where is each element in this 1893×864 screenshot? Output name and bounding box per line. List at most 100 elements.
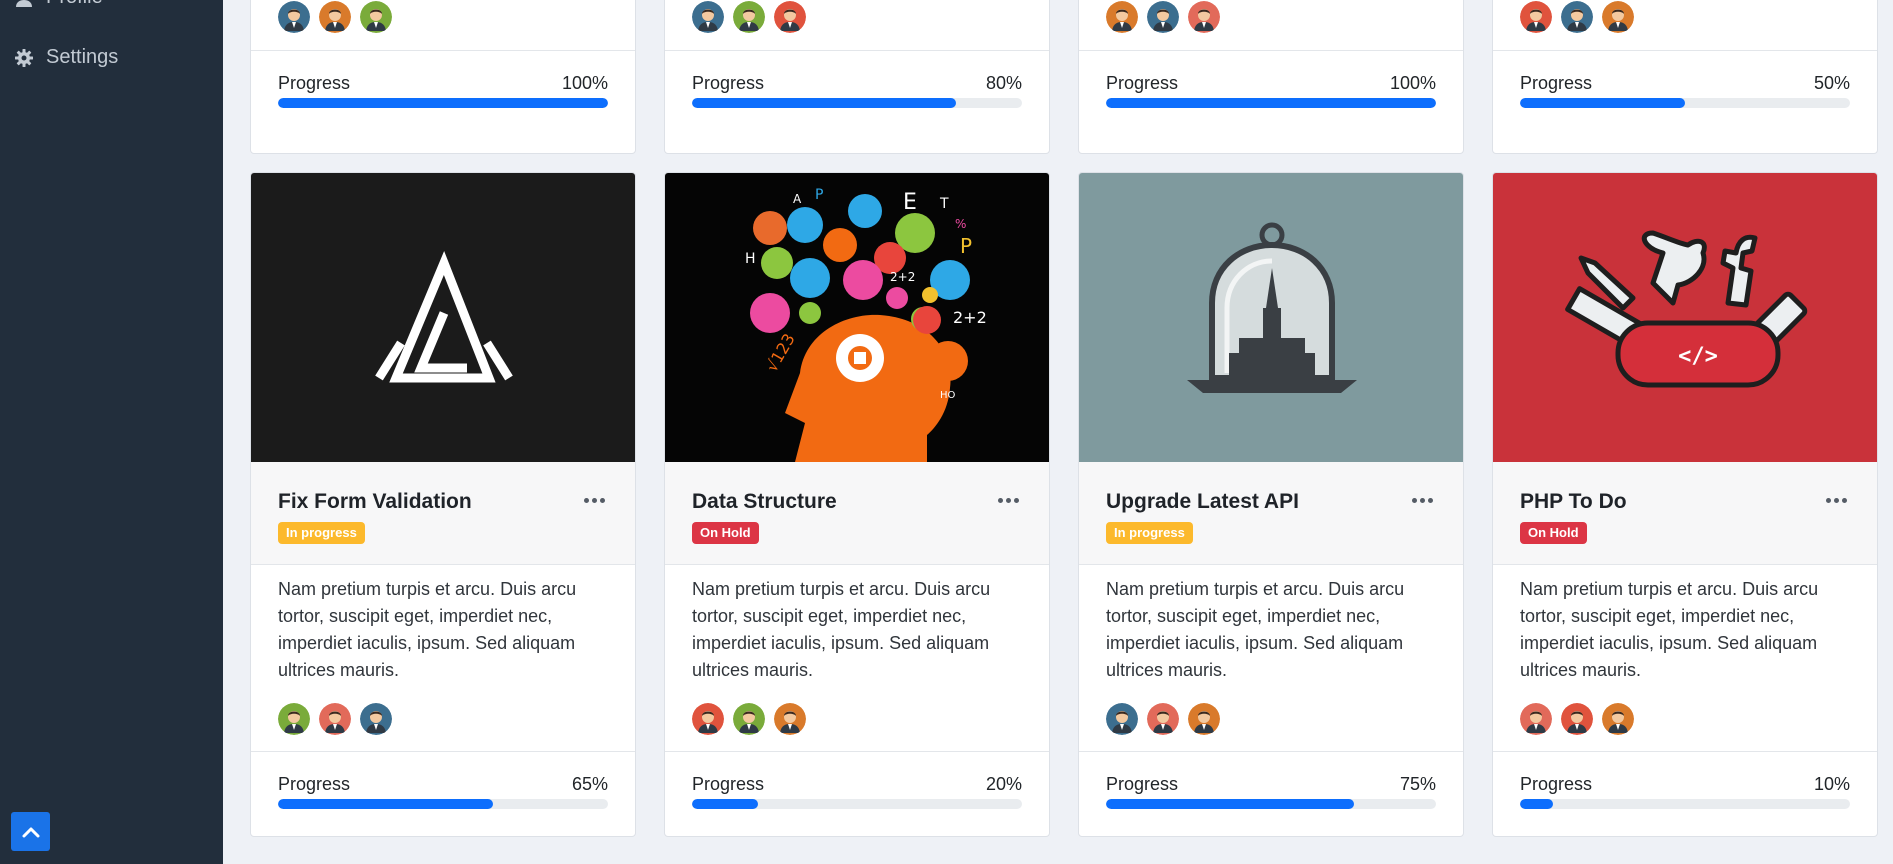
avatar[interactable] bbox=[692, 1, 724, 33]
sidebar-item-label: Settings bbox=[46, 46, 119, 68]
progress-value: 80% bbox=[985, 73, 1022, 93]
avatar[interactable] bbox=[1106, 1, 1138, 33]
avatar[interactable] bbox=[1602, 1, 1634, 33]
project-card: Progress 100% bbox=[1078, 0, 1464, 154]
avatar[interactable] bbox=[733, 1, 765, 33]
more-options-button[interactable] bbox=[1409, 490, 1435, 510]
progress-label: Progress bbox=[692, 73, 765, 93]
avatar[interactable] bbox=[774, 1, 806, 33]
card-description: Nam pretium turpis et arcu. Duis arcu to… bbox=[278, 579, 577, 680]
avatar[interactable] bbox=[1188, 703, 1220, 735]
avatar[interactable] bbox=[319, 1, 351, 33]
progress-bar-fill bbox=[1106, 98, 1436, 108]
avatar[interactable] bbox=[360, 1, 392, 33]
svg-text:√123: √123 bbox=[762, 330, 799, 375]
sidebar: Profile Settings bbox=[0, 0, 223, 864]
assignee-avatars bbox=[278, 703, 392, 735]
svg-text:T: T bbox=[939, 196, 949, 212]
progress-section: Progress 75% bbox=[1079, 751, 1463, 836]
avatar[interactable] bbox=[1561, 703, 1593, 735]
svg-text:</>: </> bbox=[1678, 344, 1718, 369]
assignee-avatars bbox=[1520, 703, 1634, 735]
progress-value: 10% bbox=[1813, 774, 1850, 794]
progress-bar bbox=[692, 799, 1022, 809]
chevron-up-icon bbox=[22, 827, 39, 837]
avatar[interactable] bbox=[774, 703, 806, 735]
avatar[interactable] bbox=[1147, 1, 1179, 33]
scroll-to-top-button[interactable] bbox=[11, 812, 50, 851]
status-badge: On Hold bbox=[1520, 522, 1587, 545]
avatar[interactable] bbox=[278, 703, 310, 735]
progress-section: Progress 100% bbox=[1079, 50, 1463, 153]
svg-text:E: E bbox=[903, 190, 917, 215]
status-badge: In progress bbox=[278, 522, 365, 545]
card-title[interactable]: Data Structure bbox=[692, 490, 837, 514]
more-options-button[interactable] bbox=[1823, 490, 1849, 510]
avatar[interactable] bbox=[1520, 703, 1552, 735]
svg-text:P: P bbox=[815, 187, 823, 203]
dot-icon bbox=[1841, 497, 1847, 503]
card-header: Data Structure On Hold bbox=[665, 462, 1049, 565]
avatar[interactable] bbox=[1147, 703, 1179, 735]
project-card: Progress 100% bbox=[250, 0, 636, 154]
assignee-avatars bbox=[1106, 703, 1220, 735]
progress-section: Progress 20% bbox=[665, 751, 1049, 836]
dot-icon bbox=[997, 497, 1003, 503]
progress-section: Progress 100% bbox=[251, 50, 635, 153]
avatar[interactable] bbox=[1106, 703, 1138, 735]
progress-bar-fill bbox=[692, 98, 956, 108]
progress-bar bbox=[278, 98, 608, 108]
progress-value: 50% bbox=[1813, 73, 1850, 93]
avatar[interactable] bbox=[1188, 1, 1220, 33]
dot-icon bbox=[1427, 497, 1433, 503]
brain-illustration-image: E A P P 2+2 2+2 H √123 T % HO bbox=[665, 173, 1049, 462]
card-description: Nam pretium turpis et arcu. Duis arcu to… bbox=[1106, 579, 1405, 680]
avatar[interactable] bbox=[319, 703, 351, 735]
avatar[interactable] bbox=[1602, 703, 1634, 735]
progress-section: Progress 80% bbox=[665, 50, 1049, 153]
progress-bar-fill bbox=[278, 799, 493, 809]
progress-bar bbox=[1520, 98, 1850, 108]
card-title[interactable]: PHP To Do bbox=[1520, 490, 1627, 514]
avatar[interactable] bbox=[1561, 1, 1593, 33]
more-options-button[interactable] bbox=[581, 490, 607, 510]
progress-bar-fill bbox=[278, 98, 608, 108]
card-header: Fix Form Validation In progress bbox=[251, 462, 635, 565]
gear-icon bbox=[15, 48, 33, 67]
sidebar-item-label: Profile bbox=[46, 0, 103, 9]
progress-bar bbox=[1106, 799, 1436, 809]
progress-label: Progress bbox=[692, 774, 765, 794]
more-options-button[interactable] bbox=[995, 490, 1021, 510]
dot-icon bbox=[1825, 497, 1831, 503]
progress-bar-fill bbox=[1520, 98, 1685, 108]
dot-icon bbox=[1411, 497, 1417, 503]
sidebar-item-profile[interactable]: Profile bbox=[14, 0, 103, 9]
progress-label: Progress bbox=[1520, 774, 1593, 794]
assignee-avatars bbox=[1106, 1, 1220, 33]
svg-text:P: P bbox=[960, 234, 972, 258]
avatar[interactable] bbox=[1520, 1, 1552, 33]
progress-section: Progress 50% bbox=[1493, 50, 1877, 153]
assignee-avatars bbox=[692, 703, 806, 735]
card-title[interactable]: Upgrade Latest API bbox=[1106, 490, 1299, 514]
avatar[interactable] bbox=[692, 703, 724, 735]
card-header: Upgrade Latest API In progress bbox=[1079, 462, 1463, 565]
svg-text:H: H bbox=[745, 251, 756, 267]
progress-label: Progress bbox=[1106, 774, 1179, 794]
progress-bar bbox=[1520, 799, 1850, 809]
avatar[interactable] bbox=[733, 703, 765, 735]
svg-text:A: A bbox=[793, 192, 802, 206]
progress-value: 75% bbox=[1399, 774, 1436, 794]
avatar[interactable] bbox=[278, 1, 310, 33]
progress-value: 65% bbox=[571, 774, 608, 794]
avatar[interactable] bbox=[360, 703, 392, 735]
status-badge: In progress bbox=[1106, 522, 1193, 545]
assignee-avatars bbox=[1520, 1, 1634, 33]
dot-icon bbox=[1005, 497, 1011, 503]
progress-bar-fill bbox=[1106, 799, 1354, 809]
progress-label: Progress bbox=[278, 774, 351, 794]
dot-icon bbox=[1419, 497, 1425, 503]
dot-icon bbox=[583, 497, 589, 503]
card-title[interactable]: Fix Form Validation bbox=[278, 490, 472, 514]
sidebar-item-settings[interactable]: Settings bbox=[14, 46, 118, 69]
